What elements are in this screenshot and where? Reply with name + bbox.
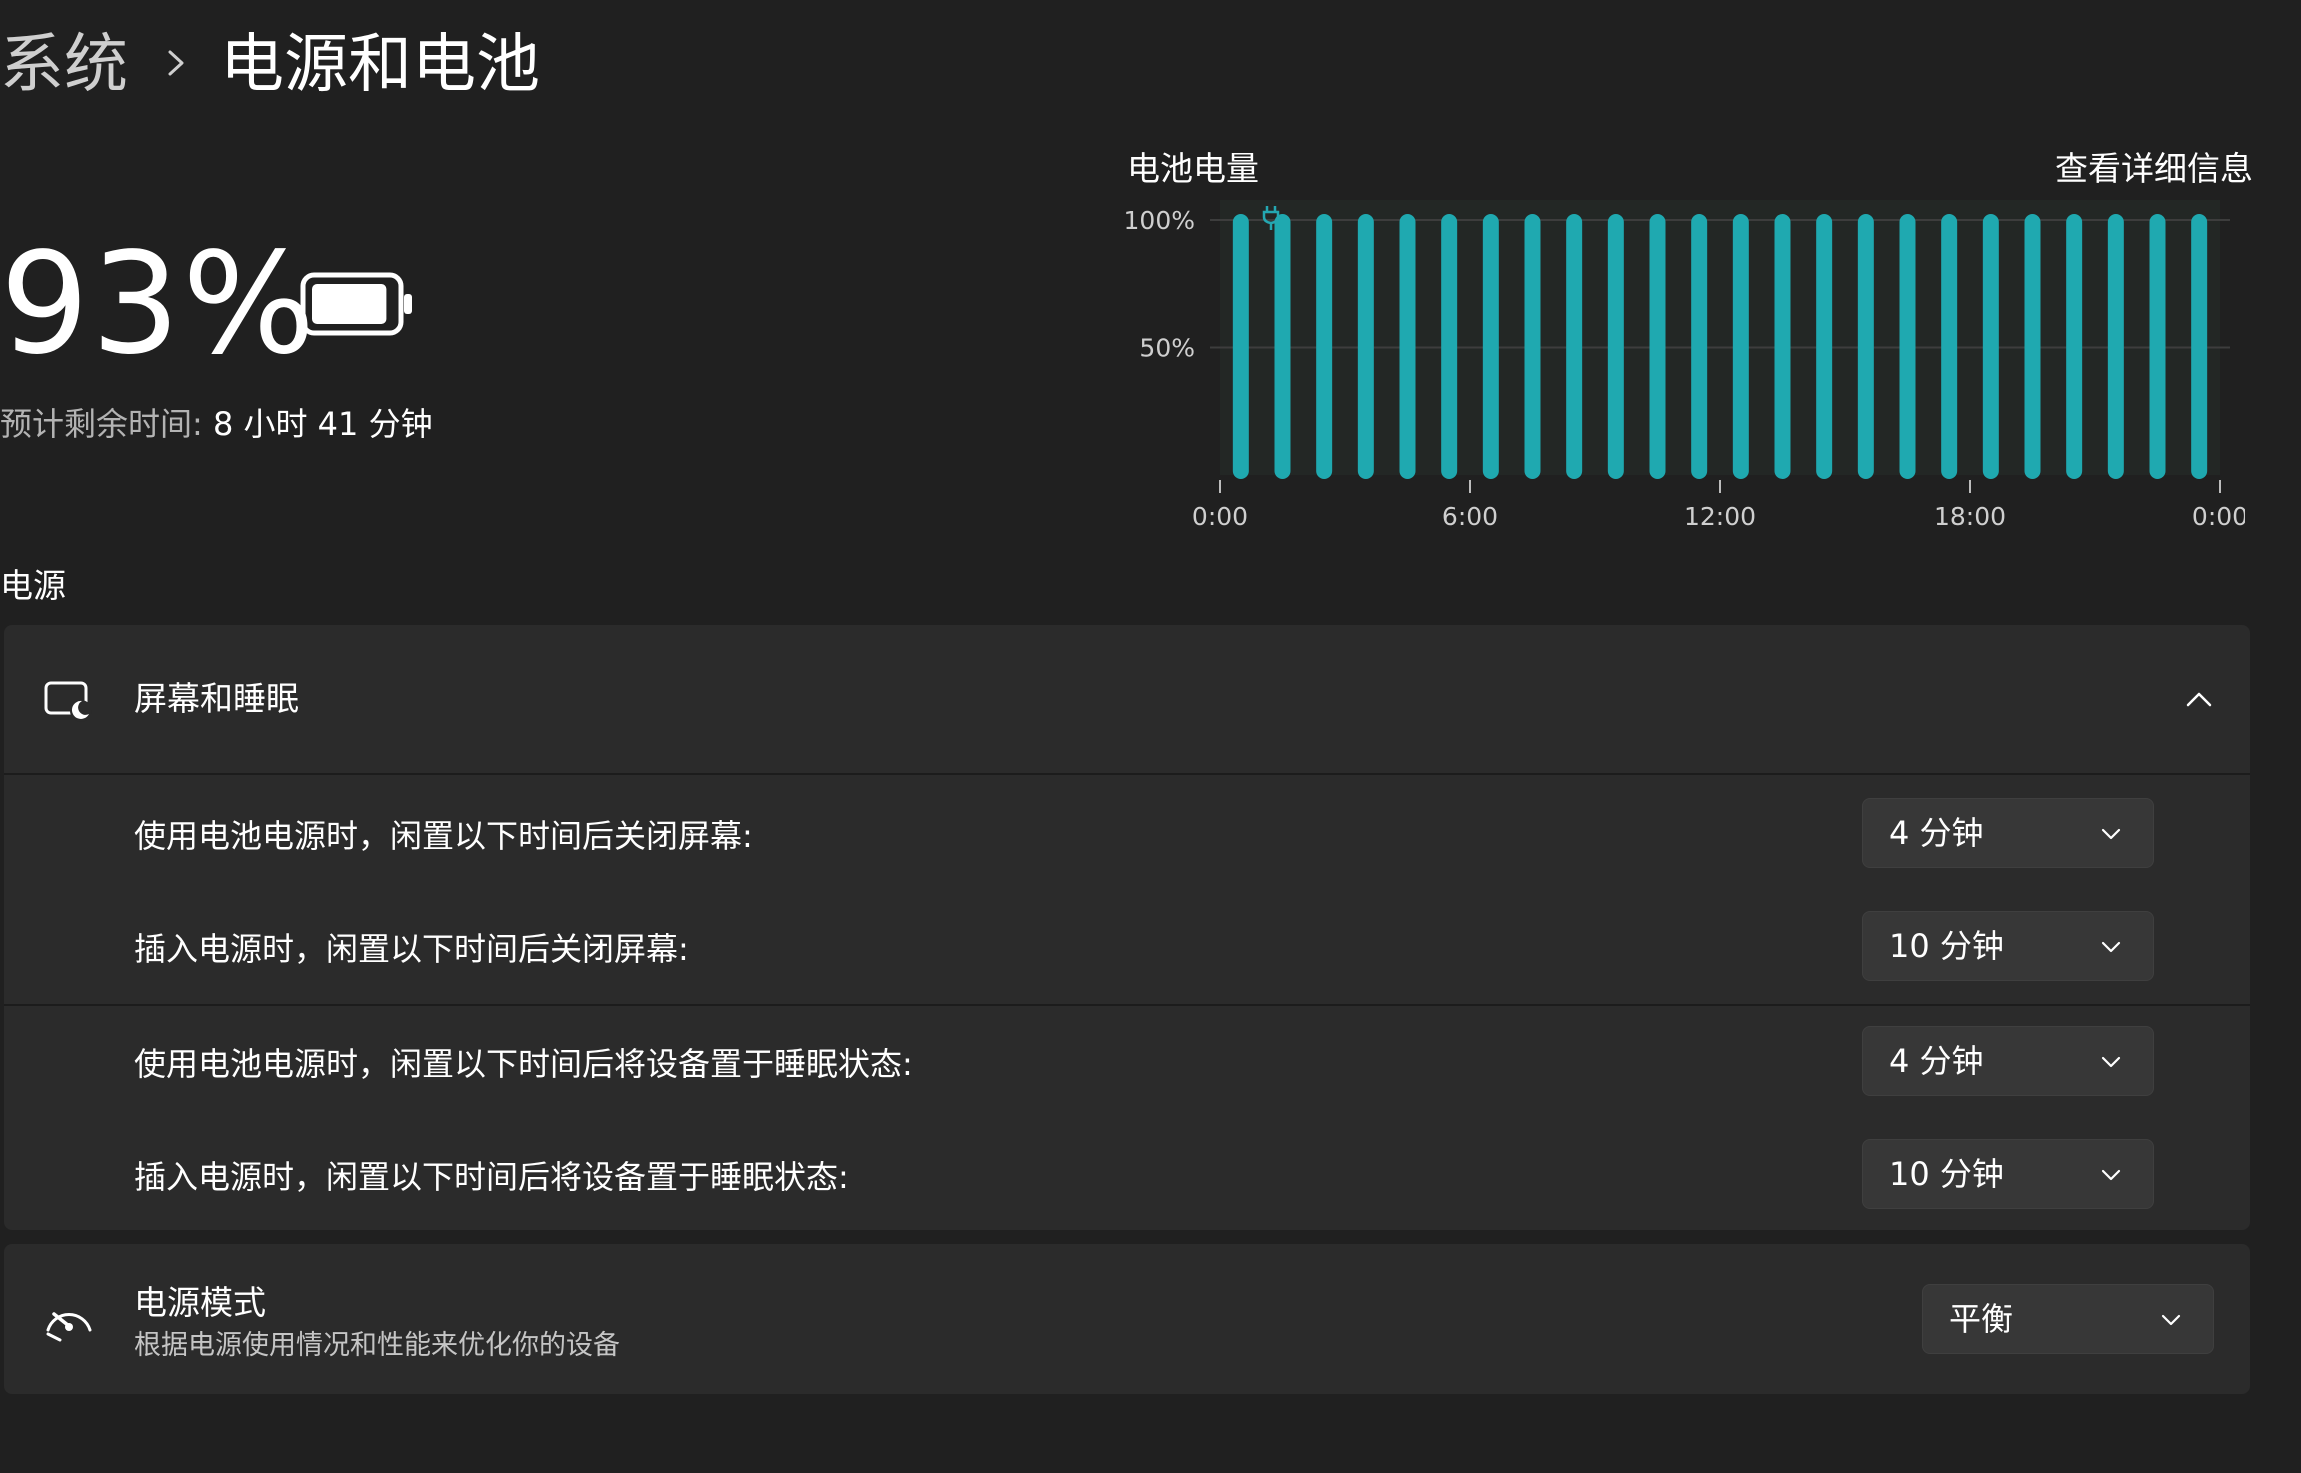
chart-bar (1732, 214, 1749, 479)
chart-bar (1941, 214, 1958, 479)
chart-bar (1399, 214, 1416, 479)
chart-bar (1607, 214, 1624, 479)
chevron-down-icon (2161, 1314, 2181, 1326)
x-tick-label: 0:00 (1192, 502, 1248, 530)
dropdown-value: 4 分钟 (1889, 1042, 1984, 1080)
power-mode-description: 根据电源使用情况和性能来优化你的设备 (134, 1330, 620, 1361)
page-title: 电源和电池 (220, 28, 540, 102)
chart-bar (2107, 214, 2124, 479)
screen-sleep-icon (44, 681, 92, 722)
dropdown-value: 10 分钟 (1889, 927, 2004, 965)
group-divider (4, 1004, 2250, 1006)
x-tick-label: 6:00 (1442, 502, 1498, 530)
chart-bar (1316, 214, 1333, 479)
chevron-down-icon (2101, 1169, 2121, 1181)
chart-bar (1441, 214, 1458, 479)
section-label-power: 电源 (0, 566, 66, 605)
y-tick-label: 50% (1139, 334, 1195, 363)
chevron-down-icon (2101, 828, 2121, 840)
dropdown-value: 平衡 (1949, 1300, 2014, 1338)
chart-bar (2066, 214, 2083, 479)
chart-bar (1566, 214, 1583, 479)
chevron-down-icon (2101, 941, 2121, 953)
screen-sleep-title: 屏幕和睡眠 (134, 679, 299, 718)
header-divider (4, 773, 2250, 775)
view-details-link[interactable]: 查看详细信息 (2055, 145, 2253, 193)
chart-bar (1649, 214, 1666, 479)
chevron-down-icon (2101, 1056, 2121, 1068)
remaining-time-label: 预计剩余时间: (0, 405, 203, 443)
chevron-right-icon (168, 50, 184, 76)
chart-bar (1274, 214, 1291, 479)
chart-bar (1774, 214, 1791, 479)
y-tick-label: 100% (1124, 206, 1195, 235)
remaining-time: 预计剩余时间: 8 小时 41 分钟 (0, 400, 433, 448)
battery-chart-title: 电池电量 (1127, 149, 1259, 188)
power-mode-dropdown[interactable]: 平衡 (1922, 1284, 2214, 1354)
battery-percent: 93% (0, 223, 318, 386)
speedometer-icon (46, 1312, 92, 1342)
chart-bar (1899, 214, 1916, 479)
battery-sleep-dropdown[interactable]: 4 分钟 (1862, 1026, 2154, 1096)
dropdown-value: 4 分钟 (1889, 814, 1984, 852)
chart-bar (1357, 214, 1374, 479)
breadcrumb-parent[interactable]: 系统 (0, 20, 128, 110)
battery-screen-off-dropdown[interactable]: 4 分钟 (1862, 798, 2154, 868)
chevron-up-icon[interactable] (2182, 683, 2216, 717)
power-mode-title: 电源模式 (134, 1283, 266, 1322)
x-tick-label: 0:00 (2192, 502, 2245, 530)
x-tick-label: 18:00 (1934, 502, 2006, 530)
chart-bar (2191, 214, 2208, 479)
battery-icon (300, 272, 412, 336)
battery-screen-off-label: 使用电池电源时，闲置以下时间后关闭屏幕: (134, 817, 753, 855)
chart-bar (1857, 214, 1874, 479)
screen-sleep-expander: 屏幕和睡眠 使用电池电源时，闲置以下时间后关闭屏幕: 4 分钟 插入电源时，闲置… (4, 625, 2250, 1230)
plugged-sleep-dropdown[interactable]: 10 分钟 (1862, 1139, 2154, 1209)
plugged-sleep-label: 插入电源时，闲置以下时间后将设备置于睡眠状态: (134, 1158, 849, 1196)
chart-bar (2149, 214, 2166, 479)
chart-bar (1524, 214, 1541, 479)
chart-bar (1982, 214, 1999, 479)
power-mode-card: 电源模式 根据电源使用情况和性能来优化你的设备 平衡 (4, 1244, 2250, 1394)
screen-sleep-header[interactable]: 屏幕和睡眠 (4, 625, 2250, 775)
chart-bar (1232, 214, 1249, 479)
chart-bar (1482, 214, 1499, 479)
x-tick-label: 12:00 (1684, 502, 1756, 530)
battery-sleep-label: 使用电池电源时，闲置以下时间后将设备置于睡眠状态: (134, 1045, 913, 1083)
chart-bar (1816, 214, 1833, 479)
plugged-screen-off-label: 插入电源时，闲置以下时间后关闭屏幕: (134, 930, 689, 968)
dropdown-value: 10 分钟 (1889, 1155, 2004, 1193)
chart-bar (2024, 214, 2041, 479)
plugged-screen-off-dropdown[interactable]: 10 分钟 (1862, 911, 2154, 981)
chart-bar (1691, 214, 1708, 479)
remaining-time-value: 8 小时 41 分钟 (202, 405, 433, 443)
battery-level-chart: 100% 50% 0:00 6:00 12:00 18:00 0:00 (1124, 200, 2245, 530)
